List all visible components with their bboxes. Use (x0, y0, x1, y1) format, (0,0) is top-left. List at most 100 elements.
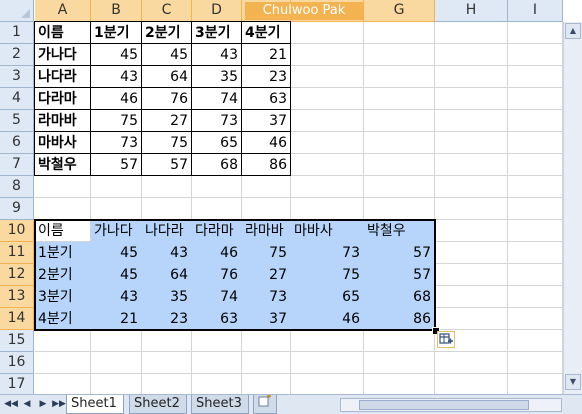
cell-a10[interactable]: 이름 (35, 220, 91, 242)
column-header-a[interactable]: A (35, 0, 91, 22)
cell-i17[interactable] (508, 374, 563, 396)
cell-d8[interactable] (192, 176, 242, 198)
cell-h16[interactable] (435, 352, 508, 374)
cell-c16[interactable] (142, 352, 192, 374)
cell-c3[interactable]: 64 (142, 66, 192, 88)
cell-d3[interactable]: 35 (192, 66, 242, 88)
cell-d6[interactable]: 65 (192, 132, 242, 154)
cell-f11[interactable]: 73 (291, 242, 364, 264)
row-header-2[interactable]: 2 (0, 44, 34, 66)
cell-a15[interactable] (35, 330, 91, 352)
horizontal-scroll-thumb[interactable] (359, 400, 529, 410)
cell-a17[interactable] (35, 374, 91, 396)
cell-a12[interactable]: 2분기 (35, 264, 91, 286)
prev-sheet-icon[interactable]: ◀ (20, 397, 34, 411)
cell-e8[interactable] (242, 176, 291, 198)
row-header-7[interactable]: 7 (0, 154, 34, 176)
cell-a7[interactable]: 박철우 (35, 154, 91, 176)
cell-i7[interactable] (508, 154, 563, 176)
cell-b11[interactable]: 45 (91, 242, 142, 264)
cell-f1[interactable] (291, 22, 364, 44)
cell-a14[interactable]: 4분기 (35, 308, 91, 330)
column-header-c[interactable]: C (142, 0, 192, 22)
cell-h3[interactable] (435, 66, 508, 88)
cell-h1[interactable] (435, 22, 508, 44)
cell-d2[interactable]: 43 (192, 44, 242, 66)
cell-e2[interactable]: 21 (242, 44, 291, 66)
insert-sheet-icon[interactable] (253, 394, 277, 414)
column-header-d[interactable]: D (192, 0, 242, 22)
cell-f14[interactable]: 46 (291, 308, 364, 330)
cell-h4[interactable] (435, 88, 508, 110)
select-all-corner[interactable] (0, 0, 34, 22)
cell-b6[interactable]: 73 (91, 132, 142, 154)
row-header-6[interactable]: 6 (0, 132, 34, 154)
cell-a6[interactable]: 마바사 (35, 132, 91, 154)
cell-a3[interactable]: 나다라 (35, 66, 91, 88)
cell-e14[interactable]: 37 (242, 308, 291, 330)
cell-e5[interactable]: 37 (242, 110, 291, 132)
cell-d4[interactable]: 74 (192, 88, 242, 110)
cell-g9[interactable] (364, 198, 435, 220)
cell-a8[interactable] (35, 176, 91, 198)
cell-e12[interactable]: 27 (242, 264, 291, 286)
sheet-tab-2[interactable]: Sheet2 (129, 395, 187, 414)
cell-f13[interactable]: 65 (291, 286, 364, 308)
first-sheet-icon[interactable]: ◀◀ (4, 397, 18, 411)
cell-e13[interactable]: 73 (242, 286, 291, 308)
cell-d17[interactable] (192, 374, 242, 396)
cell-i10[interactable] (508, 220, 563, 242)
cell-i3[interactable] (508, 66, 563, 88)
row-header-13[interactable]: 13 (0, 286, 34, 308)
cell-c15[interactable] (142, 330, 192, 352)
row-header-5[interactable]: 5 (0, 110, 34, 132)
cell-g16[interactable] (364, 352, 435, 374)
cell-h9[interactable] (435, 198, 508, 220)
cell-b14[interactable]: 21 (91, 308, 142, 330)
column-header-g[interactable]: G (364, 0, 435, 22)
last-sheet-icon[interactable]: ▶▶ (52, 397, 66, 411)
cell-b3[interactable]: 43 (91, 66, 142, 88)
cell-g7[interactable] (364, 154, 435, 176)
cell-g2[interactable] (364, 44, 435, 66)
cell-i12[interactable] (508, 264, 563, 286)
cell-g13[interactable]: 68 (364, 286, 435, 308)
row-header-16[interactable]: 16 (0, 352, 34, 374)
row-header-1[interactable]: 1 (0, 22, 34, 44)
cell-c17[interactable] (142, 374, 192, 396)
paste-options-icon[interactable] (437, 331, 455, 348)
cell-i11[interactable] (508, 242, 563, 264)
cell-f15[interactable] (291, 330, 364, 352)
cell-h5[interactable] (435, 110, 508, 132)
cell-f16[interactable] (291, 352, 364, 374)
cell-d9[interactable] (192, 198, 242, 220)
sheet-tab-3[interactable]: Sheet3 (191, 395, 249, 414)
cell-g11[interactable]: 57 (364, 242, 435, 264)
cell-e10[interactable]: 라마바 (242, 220, 291, 242)
cell-e4[interactable]: 63 (242, 88, 291, 110)
column-header-h[interactable]: H (435, 0, 508, 22)
cell-d16[interactable] (192, 352, 242, 374)
cell-g4[interactable] (364, 88, 435, 110)
cell-e1[interactable]: 4분기 (242, 22, 291, 44)
cell-g1[interactable] (364, 22, 435, 44)
cell-b8[interactable] (91, 176, 142, 198)
cell-b1[interactable]: 1분기 (91, 22, 142, 44)
cell-g6[interactable] (364, 132, 435, 154)
cell-g10[interactable]: 박철우 (364, 220, 435, 242)
column-header-b[interactable]: B (91, 0, 142, 22)
cell-f2[interactable] (291, 44, 364, 66)
cell-b13[interactable]: 43 (91, 286, 142, 308)
cell-c12[interactable]: 64 (142, 264, 192, 286)
cell-b12[interactable]: 45 (91, 264, 142, 286)
row-header-8[interactable]: 8 (0, 176, 34, 198)
cell-f6[interactable] (291, 132, 364, 154)
cell-b5[interactable]: 75 (91, 110, 142, 132)
row-header-17[interactable]: 17 (0, 374, 34, 396)
cell-c8[interactable] (142, 176, 192, 198)
cell-g8[interactable] (364, 176, 435, 198)
cell-i14[interactable] (508, 308, 563, 330)
cell-i4[interactable] (508, 88, 563, 110)
cell-f4[interactable] (291, 88, 364, 110)
row-header-12[interactable]: 12 (0, 264, 34, 286)
